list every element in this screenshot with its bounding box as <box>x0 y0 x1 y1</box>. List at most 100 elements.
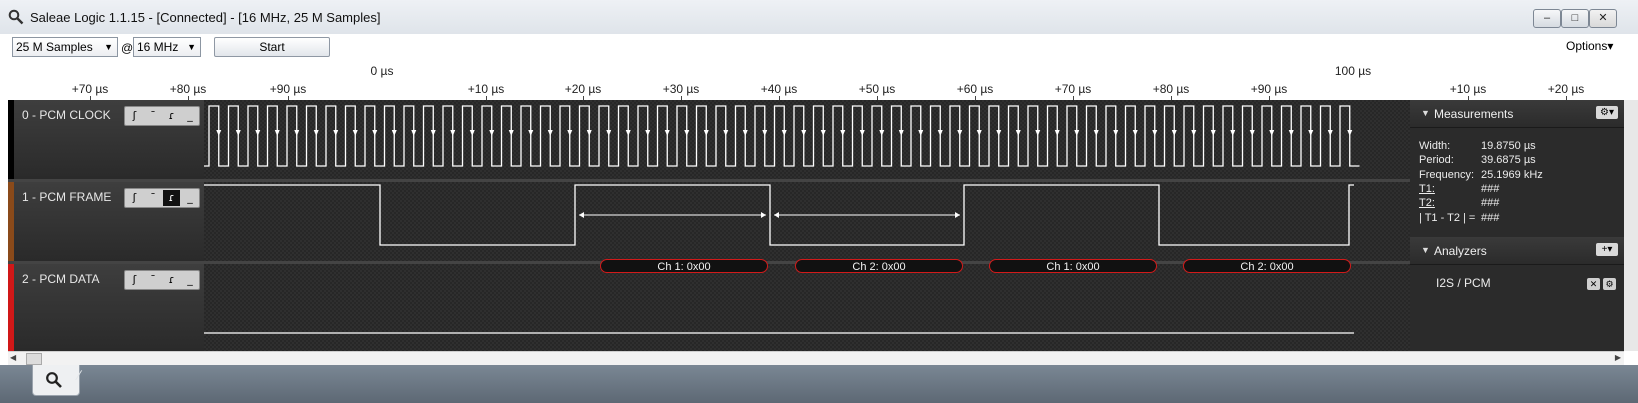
channel-label-panel[interactable]: 1 - PCM FRAME ʃ ¯ ɾ _ <box>8 182 204 264</box>
analyzers-title: Analyzers <box>1434 244 1487 258</box>
falling-edge-marker <box>996 130 1002 136</box>
sample-rate-select[interactable]: 16 MHz ▼ <box>133 37 201 57</box>
falling-edge-marker <box>1015 130 1021 136</box>
waveform-area[interactable]: Ch 1: 0x00 Ch 2: 0x00 Ch 1: 0x00 Ch 2: 0x00 <box>204 259 1410 351</box>
trigger-button[interactable]: ɾ <box>163 108 180 124</box>
close-button[interactable]: ✕ <box>1589 9 1617 28</box>
falling-edge-marker <box>781 130 787 136</box>
toolbar: 25 M Samples ▼ @ 16 MHz ▼ Start Options▾ <box>0 34 1638 60</box>
data-waveform <box>204 332 1354 334</box>
analyzer-item[interactable]: I2S / PCM <box>1436 276 1491 290</box>
falling-edge-marker <box>1347 130 1353 136</box>
falling-edge-marker <box>294 130 300 136</box>
trigger-button[interactable]: ¯ <box>145 108 162 124</box>
horizontal-scrollbar[interactable]: ◀ ▶ <box>8 351 1624 365</box>
trigger-buttons: ʃ ¯ ɾ _ <box>124 270 200 290</box>
measurement-row: Frequency: 25.1969 kHz <box>1419 169 1543 181</box>
channel-name: 0 - PCM CLOCK <box>22 108 111 122</box>
scroll-right-icon[interactable]: ▶ <box>1615 353 1621 362</box>
falling-edge-marker <box>664 130 670 136</box>
falling-edge-marker <box>235 130 241 136</box>
measurement-key[interactable]: T1: <box>1419 183 1481 195</box>
falling-edge-marker <box>801 130 807 136</box>
trigger-button[interactable]: _ <box>182 108 199 124</box>
tab-next-icon[interactable]: ∕ <box>78 367 80 383</box>
falling-edge-marker <box>216 130 222 136</box>
gear-icon[interactable]: ⚙▾ <box>1596 106 1618 119</box>
falling-edge-marker <box>957 130 963 136</box>
channel-name: 2 - PCM DATA <box>22 272 100 286</box>
ruler-tick-label: +10 µs <box>1449 82 1487 96</box>
channel-label-panel[interactable]: 0 - PCM CLOCK ʃ ¯ ɾ _ <box>8 100 204 182</box>
close-icon[interactable]: ✕ <box>1587 278 1600 290</box>
trigger-button[interactable]: _ <box>182 272 199 288</box>
trigger-button[interactable]: ɾ <box>163 272 180 288</box>
falling-edge-marker <box>1074 130 1080 136</box>
channel-color-bar <box>8 264 14 351</box>
measurement-value: ### <box>1481 211 1500 224</box>
options-button[interactable]: Options▾ <box>1566 39 1613 53</box>
tab-search[interactable] <box>32 365 80 396</box>
scroll-left-icon[interactable]: ◀ <box>10 353 16 362</box>
trigger-button[interactable]: ʃ <box>126 190 143 206</box>
falling-edge-marker <box>1132 130 1138 136</box>
analyzers-header[interactable]: ▼ Analyzers +▾ <box>1410 237 1624 265</box>
measurement-row: | T1 - T2 | = ### <box>1419 212 1499 224</box>
falling-edge-marker <box>1327 130 1333 136</box>
falling-edge-marker <box>469 130 475 136</box>
ruler-tick-label: +50 µs <box>858 82 896 96</box>
falling-edge-marker <box>1210 130 1216 136</box>
trigger-button[interactable]: _ <box>182 190 199 206</box>
samples-select[interactable]: 25 M Samples ▼ <box>12 37 118 57</box>
decode-bubble[interactable]: Ch 1: 0x00 <box>989 259 1157 273</box>
measurement-key[interactable]: T2: <box>1419 197 1481 209</box>
channel-label-panel[interactable]: 2 - PCM DATA ʃ ¯ ɾ _ <box>8 264 204 351</box>
clock-waveform <box>204 105 1360 167</box>
arrow-head <box>761 212 766 218</box>
trigger-button[interactable]: ¯ <box>145 272 162 288</box>
measurement-value: ### <box>1481 197 1500 210</box>
trigger-button[interactable]: ¯ <box>145 190 162 206</box>
falling-edge-marker <box>898 130 904 136</box>
falling-edge-marker <box>372 130 378 136</box>
trigger-button[interactable]: ʃ <box>126 108 143 124</box>
falling-edge-marker <box>352 130 358 136</box>
side-panel: ▼ Measurements ⚙▾ Width: 19.8750 µs Period… <box>1410 100 1624 351</box>
decode-bubble[interactable]: Ch 2: 0x00 <box>1183 259 1351 273</box>
at-label: @ <box>121 41 134 55</box>
falling-edge-marker <box>586 130 592 136</box>
trigger-button[interactable]: ʃ <box>126 272 143 288</box>
measurements-header[interactable]: ▼ Measurements ⚙▾ <box>1410 100 1624 128</box>
falling-edge-marker <box>528 130 534 136</box>
falling-edge-marker <box>1249 130 1255 136</box>
minimize-button[interactable]: – <box>1533 9 1561 28</box>
measurement-value: 19.8750 µs <box>1481 140 1536 152</box>
chevron-down-icon: ▼ <box>104 42 113 52</box>
chevron-down-icon: ▼ <box>187 42 196 52</box>
scroll-thumb[interactable] <box>26 353 42 365</box>
falling-edge-marker <box>703 130 709 136</box>
magnifier-icon <box>46 372 62 388</box>
sample-rate-value: 16 MHz <box>137 40 179 54</box>
frame-waveform <box>204 184 1354 246</box>
waveform-area[interactable] <box>204 182 1410 264</box>
plus-icon[interactable]: +▾ <box>1596 243 1618 256</box>
trigger-button[interactable]: ɾ <box>163 190 180 206</box>
maximize-button[interactable]: □ <box>1561 9 1589 28</box>
falling-edge-marker <box>625 130 631 136</box>
channel-area: 0 - PCM CLOCK ʃ ¯ ɾ _ 1 - PCM FRAME ʃ ¯ ɾ _ 2 … <box>8 100 1410 351</box>
falling-edge-marker <box>508 130 514 136</box>
measurement-value: 39.6875 µs <box>1481 154 1536 167</box>
falling-edge-marker <box>937 130 943 136</box>
channel-color-bar <box>8 100 14 179</box>
arrow-head <box>579 212 584 218</box>
decode-bubble[interactable]: Ch 2: 0x00 <box>795 259 963 273</box>
measurement-row: Width: 19.8750 µs <box>1419 140 1536 152</box>
falling-edge-marker <box>333 130 339 136</box>
measurement-value: 25.1969 kHz <box>1481 168 1543 181</box>
waveform-area[interactable] <box>204 100 1410 182</box>
decode-bubble[interactable]: Ch 1: 0x00 <box>600 259 768 273</box>
vertical-scrollbar[interactable] <box>1624 100 1638 351</box>
gear-icon[interactable]: ⚙ <box>1603 278 1616 290</box>
start-button[interactable]: Start <box>214 37 330 57</box>
